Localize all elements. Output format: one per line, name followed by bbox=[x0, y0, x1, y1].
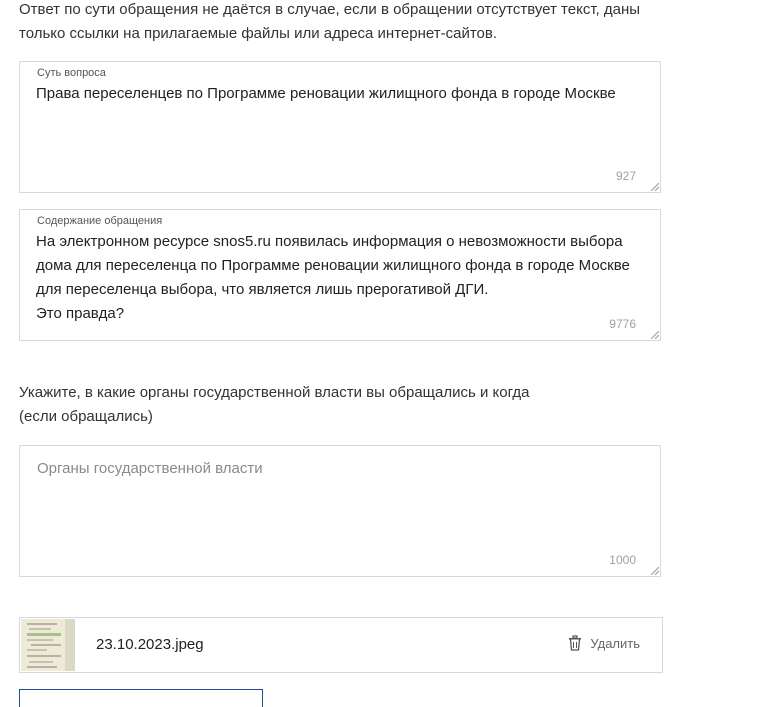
subject-field[interactable]: Суть вопроса Права переселенцев по Прогр… bbox=[19, 61, 661, 193]
content-field[interactable]: Содержание обращения На электронном ресу… bbox=[19, 209, 661, 341]
add-file-button[interactable] bbox=[19, 689, 263, 707]
appeal-form-page: Ответ по сути обращения не даётся в случ… bbox=[0, 0, 781, 707]
content-field-value[interactable]: На электронном ресурсе snos5.ru появилас… bbox=[36, 230, 640, 326]
resize-handle-icon[interactable] bbox=[651, 567, 659, 575]
content-field-label: Содержание обращения bbox=[37, 215, 163, 227]
file-thumbnail bbox=[21, 619, 75, 671]
delete-label: Удалить bbox=[590, 635, 640, 651]
subject-char-counter: 927 bbox=[615, 169, 636, 183]
authorities-field[interactable]: Органы государственной власти 1000 bbox=[19, 445, 661, 577]
trash-icon bbox=[569, 635, 582, 651]
notice-text: Ответ по сути обращения не даётся в случ… bbox=[19, 1, 641, 42]
file-name: 23.10.2023.jpeg bbox=[96, 636, 204, 653]
resize-handle-icon[interactable] bbox=[651, 331, 659, 339]
authorities-char-counter: 1000 bbox=[609, 553, 636, 567]
content-char-counter: 9776 bbox=[609, 317, 636, 331]
attachment-row: 23.10.2023.jpeg Удалить bbox=[19, 617, 663, 673]
subject-field-value[interactable]: Права переселенцев по Программе реноваци… bbox=[36, 82, 640, 106]
subject-field-label: Суть вопроса bbox=[37, 67, 106, 79]
resize-handle-icon[interactable] bbox=[651, 183, 659, 191]
authorities-question: Укажите, в какие органы государственной … bbox=[19, 384, 530, 425]
delete-file-button[interactable]: Удалить bbox=[568, 635, 640, 651]
authorities-placeholder[interactable]: Органы государственной власти bbox=[37, 460, 263, 477]
